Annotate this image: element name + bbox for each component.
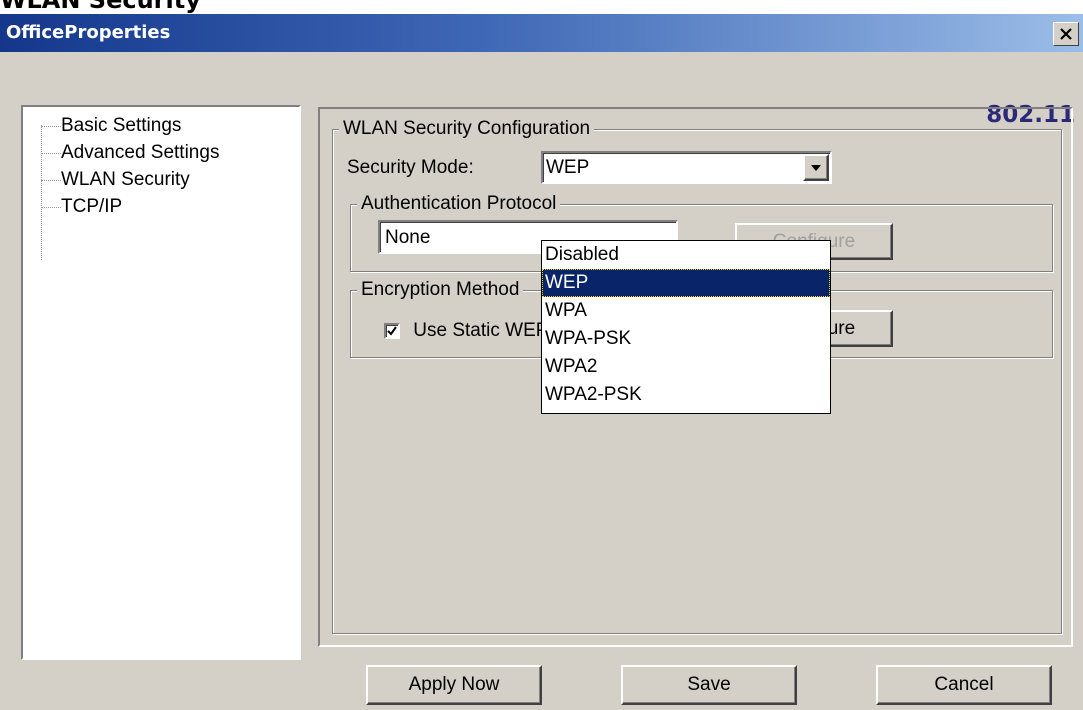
tree-item-label: Basic Settings bbox=[61, 115, 182, 136]
option-wpa2[interactable]: WPA2 bbox=[542, 353, 830, 381]
tree-item-basic-settings[interactable]: Basic Settings bbox=[41, 114, 181, 138]
apply-now-button[interactable]: Apply Now bbox=[366, 665, 542, 705]
tree-item-tcpip[interactable]: TCP/IP bbox=[41, 195, 122, 219]
settings-tree: Basic Settings Advanced Settings WLAN Se… bbox=[21, 105, 301, 660]
option-wpa2-psk[interactable]: WPA2-PSK bbox=[542, 381, 830, 409]
tree-item-advanced-settings[interactable]: Advanced Settings bbox=[41, 141, 219, 165]
static-wep-checkbox[interactable] bbox=[384, 323, 400, 339]
dialog-body: 802.11 Basic Settings Advanced Settings … bbox=[0, 52, 1083, 710]
tree-item-label: TCP/IP bbox=[61, 196, 123, 217]
group-title: WLAN Security Configuration bbox=[339, 117, 595, 141]
window-title-bar[interactable]: OfficeProperties bbox=[0, 14, 1083, 52]
security-mode-label: Security Mode: bbox=[347, 157, 474, 178]
button-label: Apply Now bbox=[408, 674, 500, 695]
checkmark-icon bbox=[387, 326, 397, 336]
close-button[interactable] bbox=[1053, 22, 1079, 46]
chevron-down-icon bbox=[811, 164, 821, 171]
group-title: Encryption Method bbox=[357, 278, 524, 302]
option-wpa-psk[interactable]: WPA-PSK bbox=[542, 325, 830, 353]
authentication-value: None bbox=[385, 227, 431, 248]
page-heading-cropped: WLAN Security bbox=[0, 0, 201, 14]
cancel-button[interactable]: Cancel bbox=[876, 665, 1052, 705]
window-title: OfficeProperties bbox=[6, 22, 171, 43]
option-wpa[interactable]: WPA bbox=[542, 297, 830, 325]
button-label: Save bbox=[687, 674, 731, 695]
group-title: Authentication Protocol bbox=[357, 192, 561, 216]
security-mode-dropdown-list: Disabled WEP WPA WPA-PSK WPA2 WPA2-PSK bbox=[541, 240, 831, 414]
tree-item-label: WLAN Security bbox=[61, 169, 190, 190]
dropdown-arrow-button[interactable] bbox=[803, 154, 829, 181]
button-label: Cancel bbox=[934, 674, 994, 695]
save-button[interactable]: Save bbox=[621, 665, 797, 705]
tree-item-wlan-security[interactable]: WLAN Security bbox=[41, 168, 190, 192]
security-mode-select[interactable]: WEP bbox=[541, 151, 832, 184]
security-mode-value: WEP bbox=[546, 157, 590, 178]
close-icon bbox=[1060, 28, 1072, 40]
option-disabled[interactable]: Disabled bbox=[542, 241, 830, 269]
tree-item-label: Advanced Settings bbox=[61, 142, 220, 163]
option-wep[interactable]: WEP bbox=[542, 269, 830, 297]
